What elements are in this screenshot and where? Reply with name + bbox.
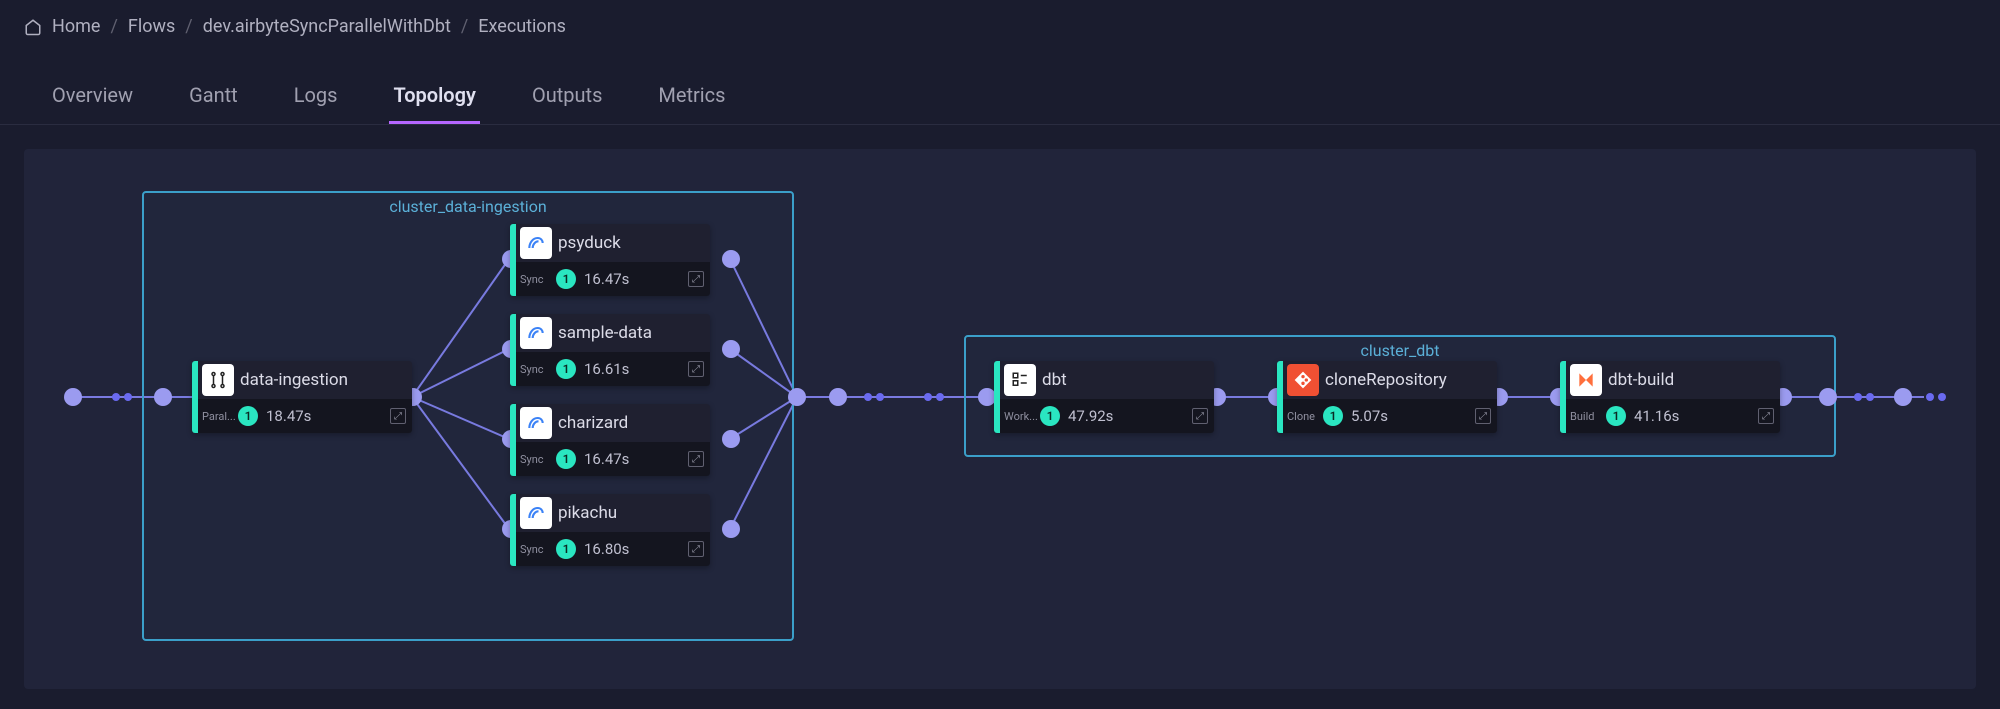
node-title: cloneRepository [1325, 370, 1447, 390]
node-dbt[interactable]: dbt Work... 1 47.92s ⤢ [994, 361, 1214, 433]
node-title: sample-data [558, 323, 652, 343]
node-clone-repository[interactable]: cloneRepository Clone 1 5.07s ⤢ [1277, 361, 1497, 433]
node-psyduck[interactable]: psyduck Sync 1 16.47s ⤢ [510, 224, 710, 296]
breadcrumb-executions[interactable]: Executions [478, 16, 566, 37]
port [1854, 393, 1862, 401]
tab-overview[interactable]: Overview [48, 69, 137, 124]
git-icon [1287, 364, 1319, 396]
cluster-label-ingestion: cluster_data-ingestion [144, 197, 792, 216]
node-charizard[interactable]: charizard Sync 1 16.47s ⤢ [510, 404, 710, 476]
port [64, 388, 82, 406]
port [1866, 393, 1874, 401]
tab-outputs[interactable]: Outputs [528, 69, 606, 124]
airbyte-icon [520, 497, 552, 529]
node-dbt-build[interactable]: dbt-build Build 1 41.16s ⤢ [1560, 361, 1780, 433]
node-duration: 16.61s [584, 360, 688, 378]
expand-icon[interactable]: ⤢ [390, 408, 406, 424]
home-icon[interactable] [24, 18, 42, 36]
node-type: Paral... [198, 410, 238, 423]
expand-icon[interactable]: ⤢ [688, 541, 704, 557]
dbt-icon [1570, 364, 1602, 396]
worker-icon [1004, 364, 1036, 396]
port [124, 393, 132, 401]
port [1926, 393, 1934, 401]
node-data-ingestion[interactable]: data-ingestion Paral... 1 18.47s ⤢ [192, 361, 412, 433]
node-sample-data[interactable]: sample-data Sync 1 16.61s ⤢ [510, 314, 710, 386]
airbyte-icon [520, 227, 552, 259]
node-title: pikachu [558, 503, 617, 523]
node-duration: 18.47s [266, 407, 390, 425]
attempt-badge: 1 [1040, 406, 1060, 426]
expand-icon[interactable]: ⤢ [1758, 408, 1774, 424]
tabs: Overview Gantt Logs Topology Outputs Met… [0, 69, 2000, 125]
port [722, 430, 740, 448]
attempt-badge: 1 [1606, 406, 1626, 426]
port [722, 340, 740, 358]
port [876, 393, 884, 401]
node-type: Sync [516, 273, 556, 286]
airbyte-icon [520, 407, 552, 439]
port [829, 388, 847, 406]
node-duration: 16.47s [584, 450, 688, 468]
port [112, 393, 120, 401]
breadcrumb: Home / Flows / dev.airbyteSyncParallelWi… [0, 0, 2000, 53]
node-title: dbt-build [1608, 370, 1674, 390]
node-duration: 47.92s [1068, 407, 1192, 425]
topology-canvas[interactable]: cluster_data-ingestion cluster_dbt data-… [24, 149, 1976, 689]
expand-icon[interactable]: ⤢ [688, 361, 704, 377]
expand-icon[interactable]: ⤢ [688, 451, 704, 467]
node-type: Sync [516, 543, 556, 556]
node-type: Work... [1000, 410, 1040, 423]
node-title: data-ingestion [240, 370, 348, 390]
port [788, 388, 806, 406]
port [1938, 393, 1946, 401]
tab-topology[interactable]: Topology [389, 69, 479, 124]
attempt-badge: 1 [556, 269, 576, 289]
breadcrumb-home[interactable]: Home [52, 16, 100, 37]
breadcrumb-flow[interactable]: dev.airbyteSyncParallelWithDbt [203, 16, 451, 37]
expand-icon[interactable]: ⤢ [1475, 408, 1491, 424]
breadcrumb-flows[interactable]: Flows [128, 16, 175, 37]
tab-logs[interactable]: Logs [290, 69, 342, 124]
node-type: Build [1566, 410, 1606, 423]
port [924, 393, 932, 401]
node-title: psyduck [558, 233, 621, 253]
attempt-badge: 1 [556, 539, 576, 559]
node-pikachu[interactable]: pikachu Sync 1 16.80s ⤢ [510, 494, 710, 566]
port [722, 250, 740, 268]
parallel-icon [202, 364, 234, 396]
node-type: Sync [516, 453, 556, 466]
expand-icon[interactable]: ⤢ [1192, 408, 1208, 424]
node-duration: 41.16s [1634, 407, 1758, 425]
cluster-label-dbt: cluster_dbt [966, 341, 1834, 360]
expand-icon[interactable]: ⤢ [688, 271, 704, 287]
airbyte-icon [520, 317, 552, 349]
node-duration: 5.07s [1351, 407, 1475, 425]
port [936, 393, 944, 401]
node-title: dbt [1042, 370, 1067, 390]
port [1819, 388, 1837, 406]
tab-metrics[interactable]: Metrics [654, 69, 729, 124]
node-duration: 16.47s [584, 270, 688, 288]
breadcrumb-sep: / [185, 16, 192, 37]
breadcrumb-sep: / [461, 16, 468, 37]
attempt-badge: 1 [238, 406, 258, 426]
port [722, 520, 740, 538]
port [1894, 388, 1912, 406]
node-duration: 16.80s [584, 540, 688, 558]
port [154, 388, 172, 406]
breadcrumb-sep: / [110, 16, 117, 37]
tab-gantt[interactable]: Gantt [185, 69, 242, 124]
attempt-badge: 1 [1323, 406, 1343, 426]
node-type: Clone [1283, 410, 1323, 423]
attempt-badge: 1 [556, 359, 576, 379]
node-title: charizard [558, 413, 628, 433]
port [864, 393, 872, 401]
node-type: Sync [516, 363, 556, 376]
attempt-badge: 1 [556, 449, 576, 469]
